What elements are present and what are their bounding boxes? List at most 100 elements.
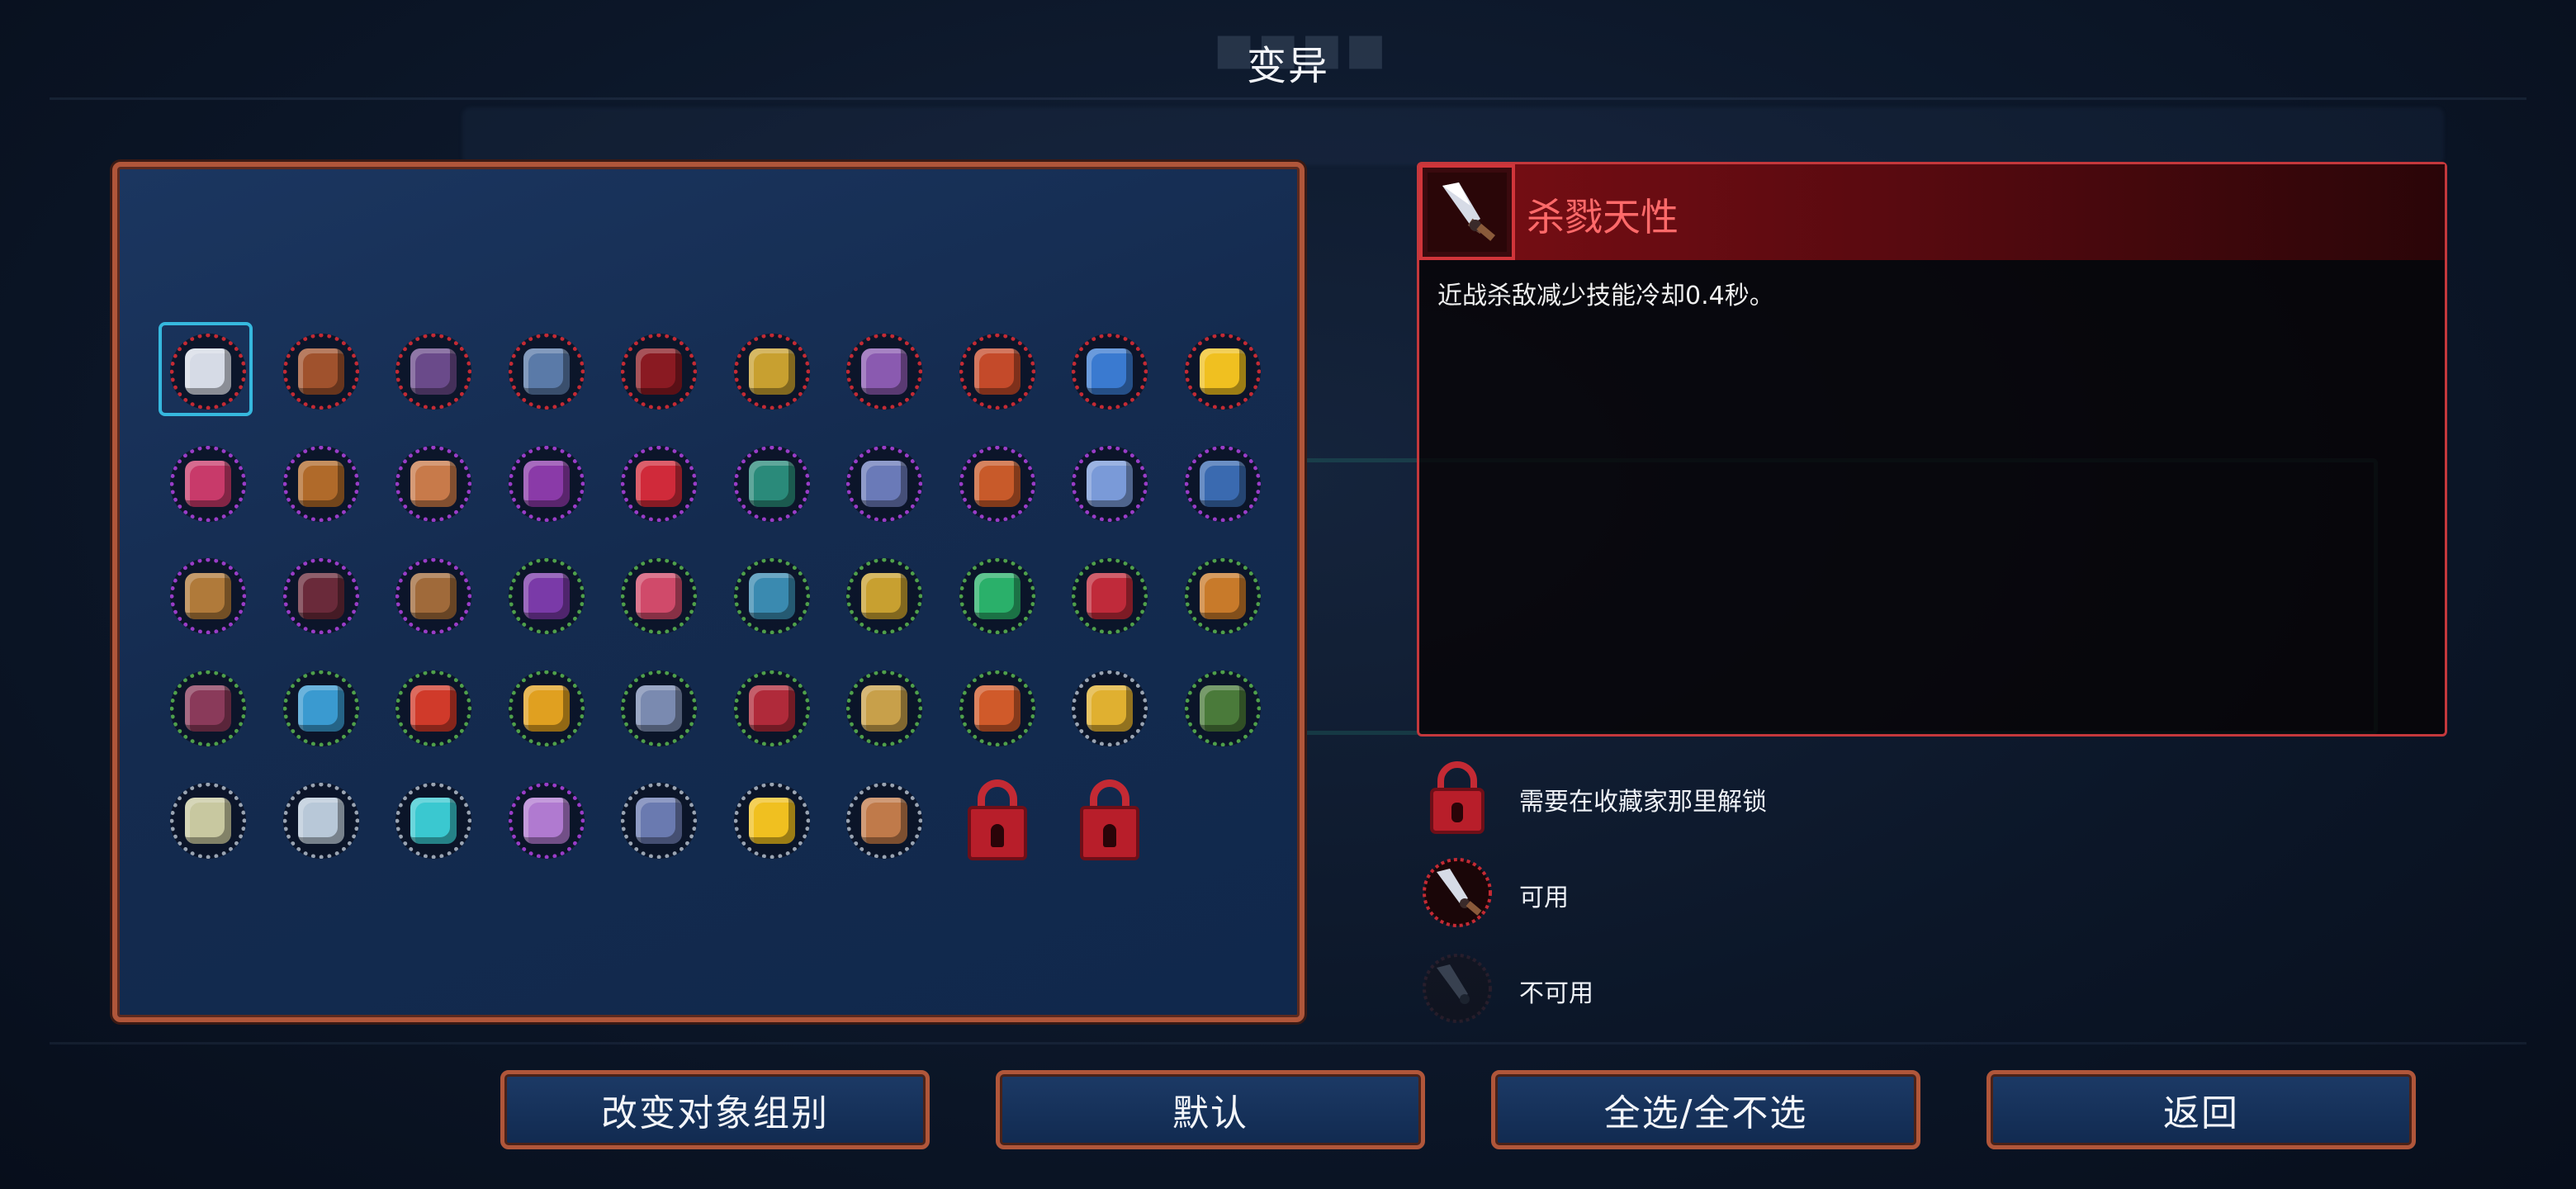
mutation-slot[interactable] — [387, 438, 480, 530]
mutation-slot[interactable] — [726, 325, 818, 418]
torch-icon — [1177, 550, 1269, 642]
mutation-slot[interactable] — [951, 438, 1044, 530]
mutation-slot[interactable] — [838, 662, 930, 755]
mutation-slot[interactable] — [275, 438, 367, 530]
horseshoe-icon — [162, 662, 254, 755]
mutation-grid-panel — [112, 162, 1305, 1022]
mutation-slot[interactable] — [726, 438, 818, 530]
shield-eye-icon — [726, 550, 818, 642]
mutation-slot[interactable] — [500, 325, 593, 418]
mutation-slot[interactable] — [613, 325, 705, 418]
whip-icon — [1063, 438, 1156, 530]
mutation-slot[interactable] — [387, 325, 480, 418]
mutation-info-panel: 杀戮天性 近战杀敌减少技能冷却0.4秒。 — [1417, 162, 2447, 737]
mutation-slot[interactable] — [159, 322, 254, 418]
mutation-description: 近战杀敌减少技能冷却0.4秒。 — [1437, 282, 1774, 310]
flame-icon — [387, 662, 480, 755]
mutation-slot[interactable] — [1177, 550, 1269, 642]
mutation-slot[interactable] — [500, 550, 593, 642]
mutation-slot[interactable] — [838, 325, 930, 418]
slash-icon — [613, 325, 705, 418]
mutation-slot[interactable] — [275, 662, 367, 755]
ring-icon — [387, 438, 480, 530]
mutation-slot[interactable] — [1177, 438, 1269, 530]
crystal-icon — [162, 438, 254, 530]
crossbow-frost-icon — [162, 550, 254, 642]
sun-icon — [726, 775, 818, 867]
mutation-slot[interactable] — [387, 662, 480, 755]
mutation-slot[interactable] — [726, 662, 818, 755]
mutation-slot[interactable] — [500, 438, 593, 530]
shield-icon — [838, 550, 930, 642]
mutation-slot[interactable] — [162, 662, 254, 755]
mutation-slot[interactable] — [275, 550, 367, 642]
page-title: 变异 — [1246, 43, 1329, 89]
scythe-frost-icon — [500, 325, 593, 418]
mutation-slot[interactable] — [162, 550, 254, 642]
lock-icon — [951, 775, 1044, 867]
mutation-slot[interactable] — [951, 550, 1044, 642]
mutation-slot[interactable] — [1063, 775, 1156, 867]
mutation-slot[interactable] — [838, 775, 930, 867]
orb-icon — [500, 775, 593, 867]
mutation-slot[interactable] — [1063, 438, 1156, 530]
mutation-slot[interactable] — [951, 325, 1044, 418]
drop-icon — [500, 550, 593, 642]
double-chevron-icon — [500, 662, 593, 755]
horn-icon — [838, 662, 930, 755]
mutation-slot[interactable] — [1063, 325, 1156, 418]
mutation-slot[interactable] — [838, 438, 930, 530]
mutation-slot[interactable] — [500, 662, 593, 755]
mutation-slot[interactable] — [275, 775, 367, 867]
mutation-slot[interactable] — [613, 550, 705, 642]
mutation-slot[interactable] — [1177, 662, 1269, 755]
mutation-slot[interactable] — [387, 775, 480, 867]
select-all-button[interactable]: 全选/全不选 — [1491, 1070, 1920, 1149]
potion-icon — [726, 325, 818, 418]
mutation-slot[interactable] — [275, 325, 367, 418]
lightning-icon — [1177, 325, 1269, 418]
cross-icon — [613, 438, 705, 530]
mutation-slot[interactable] — [162, 775, 254, 867]
mutation-slot[interactable] — [613, 662, 705, 755]
bow-icon — [275, 325, 367, 418]
mutation-name: 杀戮天性 — [1527, 195, 1679, 239]
no-entry-icon — [951, 438, 1044, 530]
chevron-right-icon — [1063, 662, 1156, 755]
mutation-slot[interactable] — [613, 775, 705, 867]
default-button[interactable]: 默认 — [996, 1070, 1425, 1149]
legend-available-label: 可用 — [1519, 883, 1569, 912]
skull-swords-icon — [613, 550, 705, 642]
fang-icon — [1063, 550, 1156, 642]
mutation-slot[interactable] — [951, 662, 1044, 755]
blaster-icon — [838, 325, 930, 418]
back-button[interactable]: 返回 — [1986, 1070, 2416, 1149]
fist-icon — [275, 438, 367, 530]
lock-icon — [1063, 775, 1156, 867]
bow-dark-icon — [275, 550, 367, 642]
mutation-slot[interactable] — [387, 550, 480, 642]
change-group-button[interactable]: 改变对象组别 — [500, 1070, 930, 1149]
mutation-slot[interactable] — [1177, 325, 1269, 418]
mutation-slot[interactable] — [1063, 550, 1156, 642]
mutation-slot[interactable] — [726, 550, 818, 642]
legend-locked-label: 需要在收藏家那里解锁 — [1519, 788, 1767, 817]
potion-heal-icon — [951, 662, 1044, 755]
bomb-icon — [500, 438, 593, 530]
claw-icon — [387, 325, 480, 418]
mutation-slot[interactable] — [1063, 662, 1156, 755]
bottom-divider — [50, 1042, 2526, 1045]
skull-icon — [275, 775, 367, 867]
mutation-slot[interactable] — [726, 775, 818, 867]
mutation-slot[interactable] — [613, 438, 705, 530]
mutation-slot[interactable] — [838, 550, 930, 642]
mutation-slot[interactable] — [951, 775, 1044, 867]
dagger-disabled-icon — [1420, 951, 1494, 1026]
scroll-icon — [838, 775, 930, 867]
flask-icon — [726, 438, 818, 530]
skull-green-icon — [162, 775, 254, 867]
turret-icon — [838, 438, 930, 530]
mutation-slot[interactable] — [162, 438, 254, 530]
mutation-slot[interactable] — [500, 775, 593, 867]
shard-icon — [1177, 438, 1269, 530]
